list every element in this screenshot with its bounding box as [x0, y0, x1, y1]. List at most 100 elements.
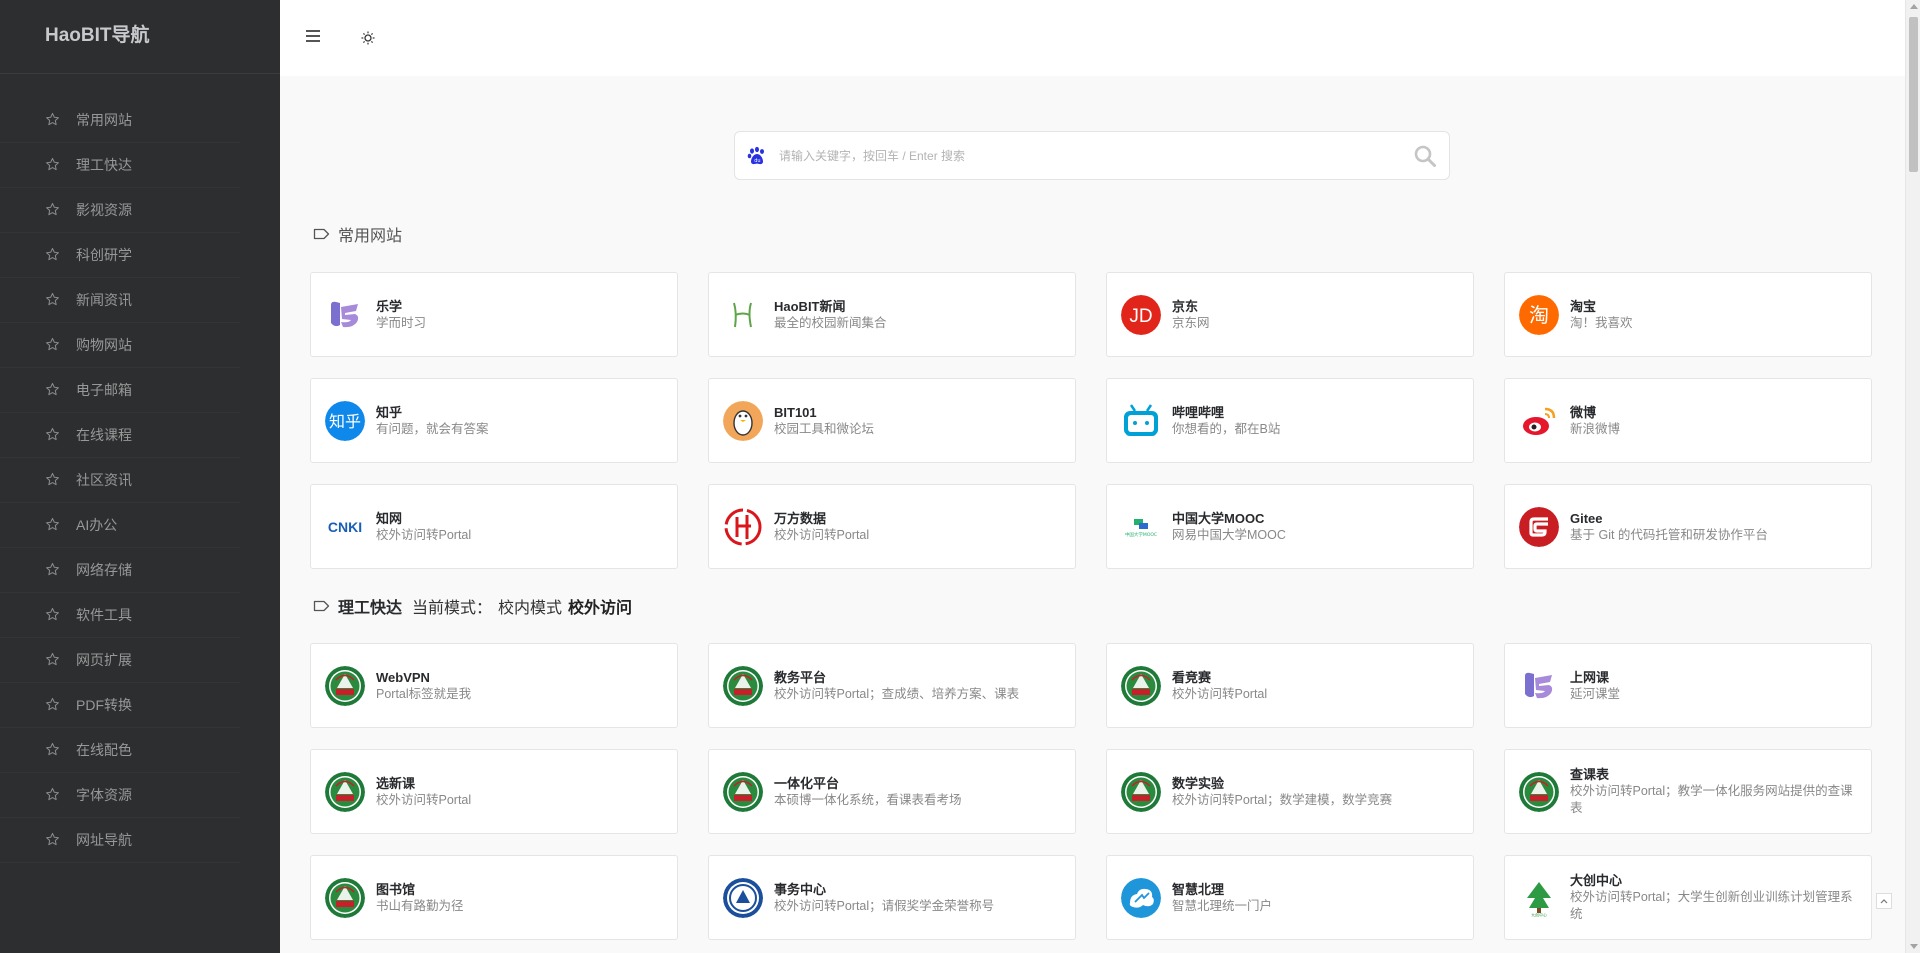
scroll-down-arrow-icon[interactable]	[1910, 944, 1918, 949]
site-card[interactable]: 大创中心 大创中心 校外访问转Portal；大学生创新创业训练计划管理系统	[1504, 855, 1872, 940]
scroll-up-arrow-icon[interactable]	[1910, 4, 1918, 9]
svg-text:CNKI: CNKI	[328, 519, 362, 535]
star-icon	[45, 157, 61, 173]
tag-icon	[313, 599, 330, 613]
mode-label: 当前模式：	[412, 600, 493, 617]
site-card[interactable]: 万方数据 校外访问转Portal	[708, 484, 1076, 569]
site-card[interactable]: 微博 新浪微博	[1504, 378, 1872, 463]
sidebar-item[interactable]: 在线课程	[0, 413, 240, 458]
chevron-up-icon	[1880, 899, 1888, 904]
sidebar-item-label: 字体资源	[76, 787, 132, 803]
bit-emblem-icon	[723, 665, 763, 706]
svg-text:du: du	[754, 158, 760, 164]
sidebar-item-label: 理工快达	[76, 157, 132, 173]
brand-logo[interactable]: HaoBIT导航	[0, 0, 280, 74]
sidebar-item[interactable]: 网页扩展	[0, 638, 240, 683]
card-text: 一体化平台 本硕博一体化系统，看课表看考场	[774, 775, 962, 809]
zhihu-icon: 知乎	[325, 400, 365, 441]
page-scrollbar[interactable]	[1905, 0, 1920, 953]
sidebar-item[interactable]: PDF转换	[0, 683, 240, 728]
search-box: du	[734, 131, 1450, 180]
scroll-thumb[interactable]	[1909, 17, 1918, 172]
card-description: 学而时习	[376, 315, 427, 330]
sidebar-item-label: 网址导航	[76, 832, 132, 848]
section-header-bit: 理工快达 当前模式： 校内模式 校外访问	[313, 594, 638, 618]
site-card[interactable]: HaoBIT新闻 最全的校园新闻集合	[708, 272, 1076, 357]
sidebar-item[interactable]: 常用网站	[0, 98, 240, 143]
sidebar-item[interactable]: 电子邮箱	[0, 368, 240, 413]
sidebar-item[interactable]: 社区资讯	[0, 458, 240, 503]
sidebar-item[interactable]: 字体资源	[0, 773, 240, 818]
site-card[interactable]: 看竞赛 校外访问转Portal	[1106, 643, 1474, 728]
site-card[interactable]: 上网课 延河课堂	[1504, 643, 1872, 728]
site-card[interactable]: WebVPN Portal标签就是我	[310, 643, 678, 728]
sidebar-item[interactable]: 新闻资讯	[0, 278, 240, 323]
site-card[interactable]: 知乎 知乎 有问题，就会有答案	[310, 378, 678, 463]
sidebar-item-label: 社区资讯	[76, 472, 132, 488]
card-text: BIT101 校园工具和微论坛	[774, 404, 874, 438]
star-icon	[45, 787, 61, 803]
site-card[interactable]: 数学实验 校外访问转Portal；数学建模，数学竞赛	[1106, 749, 1474, 834]
card-text: 智慧北理 智慧北理统一门户	[1172, 881, 1272, 915]
search-input[interactable]	[779, 141, 1379, 171]
site-card[interactable]: 乐学 学而时习	[310, 272, 678, 357]
card-description: 延河课堂	[1570, 686, 1621, 701]
site-card[interactable]: 智慧北理 智慧北理统一门户	[1106, 855, 1474, 940]
sidebar-item[interactable]: 科创研学	[0, 233, 240, 278]
mode-inner-option[interactable]: 校内模式	[498, 594, 562, 618]
site-card[interactable]: 哔哩哔哩 你想看的，都在B站	[1106, 378, 1474, 463]
star-icon	[45, 292, 61, 308]
sidebar-item[interactable]: 网络存储	[0, 548, 240, 593]
card-description: 网易中国大学MOOC	[1172, 527, 1286, 542]
lexue-icon	[1519, 665, 1559, 706]
card-description: 校外访问转Portal；查成绩、培养方案、课表	[774, 686, 1020, 701]
card-title: 图书馆	[376, 881, 416, 897]
theme-toggle-icon[interactable]	[361, 31, 375, 45]
card-description: 有问题，就会有答案	[376, 421, 489, 436]
card-text: 京东 京东网	[1172, 298, 1210, 332]
bit-emblem-icon	[1121, 771, 1161, 812]
site-card[interactable]: 查课表 校外访问转Portal；教学一体化服务网站提供的查课表	[1504, 749, 1872, 834]
card-title: 智慧北理	[1172, 881, 1225, 897]
sidebar-item[interactable]: 影视资源	[0, 188, 240, 233]
sidebar: HaoBIT导航 常用网站理工快达影视资源 科创研学 新闻资讯 购物网站 电子邮箱在线课…	[0, 0, 280, 953]
sidebar-item[interactable]: AI办公	[0, 503, 240, 548]
star-icon	[45, 472, 61, 488]
site-card[interactable]: 中国大学MOOC 中国大学MOOC 网易中国大学MOOC	[1106, 484, 1474, 569]
site-card[interactable]: 图书馆 书山有路勤为径	[310, 855, 678, 940]
site-card[interactable]: CNKI 知网 校外访问转Portal	[310, 484, 678, 569]
card-title: 乐学	[376, 298, 403, 314]
jd-icon: JD	[1121, 294, 1161, 335]
baidu-icon[interactable]: du	[746, 145, 768, 167]
sidebar-item[interactable]: 软件工具	[0, 593, 240, 638]
sidebar-item[interactable]: 在线配色	[0, 728, 240, 773]
back-to-top-button[interactable]	[1876, 893, 1892, 909]
site-card[interactable]: BIT101 校园工具和微论坛	[708, 378, 1076, 463]
bilibili-icon	[1121, 400, 1161, 441]
sidebar-item-label: 在线课程	[76, 427, 132, 443]
sidebar-item-label: 常用网站	[76, 112, 132, 128]
site-card[interactable]: 选新课 校外访问转Portal	[310, 749, 678, 834]
card-title: 教务平台	[774, 669, 827, 685]
sidebar-item[interactable]: 购物网站	[0, 323, 240, 368]
search-icon[interactable]	[1413, 144, 1437, 168]
sidebar-item-label: 网页扩展	[76, 652, 132, 668]
site-card[interactable]: JD 京东 京东网	[1106, 272, 1474, 357]
menu-toggle-icon[interactable]	[306, 30, 320, 42]
site-card[interactable]: 一体化平台 本硕博一体化系统，看课表看考场	[708, 749, 1076, 834]
bit-emblem-icon	[1121, 665, 1161, 706]
mode-outer-option[interactable]: 校外访问	[568, 594, 632, 618]
svg-text:知乎: 知乎	[329, 412, 361, 431]
card-description: 最全的校园新闻集合	[774, 315, 887, 330]
site-card[interactable]: 事务中心 校外访问转Portal；请假奖学金荣誉称号	[708, 855, 1076, 940]
sidebar-item[interactable]: 网址导航	[0, 818, 240, 863]
section-title: 理工快达	[338, 600, 403, 617]
site-card[interactable]: Gitee 基于 Git 的代码托管和研发协作平台	[1504, 484, 1872, 569]
site-card[interactable]: 淘淘宝 淘！我喜欢	[1504, 272, 1872, 357]
site-card[interactable]: 教务平台 校外访问转Portal；查成绩、培养方案、课表	[708, 643, 1076, 728]
tag-icon	[313, 227, 330, 241]
card-description: 智慧北理统一门户	[1172, 898, 1273, 913]
sidebar-item[interactable]: 理工快达	[0, 143, 240, 188]
card-text: 选新课 校外访问转Portal	[376, 775, 471, 809]
card-description: 校外访问转Portal；请假奖学金荣誉称号	[774, 898, 995, 913]
